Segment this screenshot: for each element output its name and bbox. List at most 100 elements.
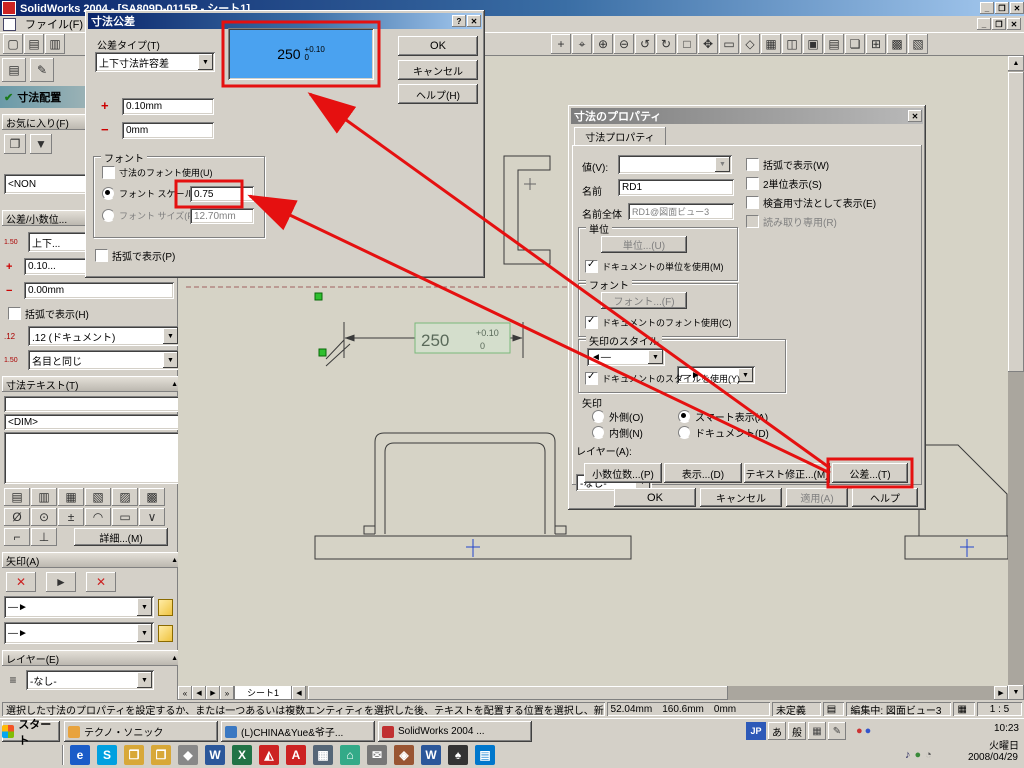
vscroll-thumb[interactable] (1008, 72, 1024, 372)
arrow-inside-radio[interactable] (592, 426, 605, 439)
show-parentheses-checkbox[interactable] (8, 307, 21, 320)
symbol-button[interactable]: ⌐ (4, 528, 30, 546)
maximize-button[interactable]: ❐ (995, 2, 1009, 14)
dimension-text-field-2[interactable]: <DIM> (4, 414, 180, 430)
plus-tolerance-field[interactable]: 0.10mm (122, 98, 214, 115)
ime-conversion-button[interactable]: 般 (788, 722, 806, 740)
toolbar-icon[interactable]: ◇ (740, 34, 760, 54)
toolbar-icon[interactable]: ↺ (635, 34, 655, 54)
toolbar-icon[interactable]: ▢ (3, 34, 23, 54)
arrow-outside-radio[interactable] (592, 410, 605, 423)
quick-launch-icon[interactable]: ✉ (367, 745, 387, 765)
text-align-button[interactable]: ▩ (139, 488, 165, 506)
toolbar-icon[interactable]: ⊕ (593, 34, 613, 54)
symbol-button[interactable]: ∨ (139, 508, 165, 526)
toolbar-icon[interactable]: ❏ (845, 34, 865, 54)
inspection-dimension-checkbox[interactable] (746, 196, 759, 209)
tolerance-precision-combo[interactable]: 名目と同じ ▼ (28, 350, 180, 370)
help-icon[interactable]: ? (452, 15, 466, 27)
minimize-button[interactable]: _ (980, 2, 994, 14)
dimension-text-field-1[interactable] (4, 396, 180, 412)
ok-button[interactable]: OK (398, 36, 478, 56)
text-align-button[interactable]: ▦ (58, 488, 84, 506)
tolerance-type-combo[interactable]: 上下寸法許容差 ▼ (95, 52, 215, 72)
symbol-button[interactable]: ± (58, 508, 84, 526)
name-field[interactable]: RD1 (618, 179, 734, 196)
props-dialog-titlebar[interactable]: 寸法のプロパティ ✕ (571, 108, 923, 124)
tolerance-button[interactable]: 公差...(T) (832, 463, 908, 483)
arrow-style-combo-1[interactable]: —► ▼ (4, 596, 154, 618)
tray-icon[interactable]: ♪ (905, 749, 911, 761)
toolbar-icon[interactable]: ▣ (803, 34, 823, 54)
modify-text-button[interactable]: テキスト修正...(M) (744, 463, 830, 483)
last-sheet-button[interactable]: » (220, 686, 234, 700)
chevron-down-icon[interactable]: ▼ (137, 672, 152, 688)
toolbar-icon[interactable]: ▩ (887, 34, 907, 54)
tolerance-dialog-titlebar[interactable]: 寸法公差 ? ✕ (88, 13, 482, 29)
toolbar-icon[interactable]: ▤ (824, 34, 844, 54)
tab-dimension-properties[interactable]: 寸法プロパティ (574, 127, 666, 145)
text-align-button[interactable]: ▥ (31, 488, 57, 506)
font-size-radio[interactable] (102, 209, 115, 222)
dimension-text-group-header[interactable]: 寸法テキスト(T) ▲ (2, 376, 182, 392)
toolbar-icon[interactable]: ⌖ (572, 34, 592, 54)
quick-launch-icon[interactable]: X (232, 745, 252, 765)
symbol-button[interactable]: Ø (4, 508, 30, 526)
close-icon[interactable]: ✕ (908, 110, 922, 122)
attachment-icon[interactable] (158, 598, 173, 616)
precision-combo[interactable]: .12 (ドキュメント) ▼ (28, 326, 180, 346)
layer-combo[interactable]: -なし-▼ (26, 670, 154, 690)
quick-launch-icon[interactable]: ❒ (151, 745, 171, 765)
cancel-button[interactable]: キャンセル (700, 488, 782, 507)
toolbar-icon[interactable]: ▦ (761, 34, 781, 54)
display-button[interactable]: 表示...(D) (664, 463, 742, 483)
ok-check-icon[interactable]: ✔ (4, 91, 13, 104)
start-button[interactable]: スタート (2, 719, 60, 747)
cancel-button[interactable]: キャンセル (398, 60, 478, 80)
toolbar-icon[interactable]: ⊖ (614, 34, 634, 54)
toolbar-icon[interactable]: ◫ (782, 34, 802, 54)
text-align-button[interactable]: ▧ (85, 488, 111, 506)
chevron-down-icon[interactable]: ▼ (137, 624, 152, 642)
language-bar-icon[interactable]: ✎ (828, 722, 846, 740)
ok-button[interactable]: OK (614, 488, 696, 507)
arrow-position-toggle[interactable]: ✕ (86, 572, 116, 592)
help-button[interactable]: ヘルプ(H) (398, 84, 478, 104)
taskbar-task-button[interactable]: SolidWorks 2004 ... (378, 721, 532, 742)
quick-launch-icon[interactable]: ❒ (124, 745, 144, 765)
help-button[interactable]: ヘルプ (852, 488, 918, 507)
arrow-smart-radio[interactable] (678, 410, 691, 423)
vscroll-up-arrow[interactable]: ▲ (1008, 56, 1024, 71)
first-sheet-button[interactable]: « (178, 686, 192, 700)
tray-icon[interactable]: ◔ (925, 749, 932, 761)
tray-icon[interactable]: ● (856, 725, 863, 737)
font-scale-radio[interactable] (102, 187, 115, 200)
taskbar-task-button[interactable]: テクノ・ソニック (64, 721, 218, 742)
symbol-button[interactable]: ⊥ (31, 528, 57, 546)
precision-button[interactable]: 小数位数...(P) (584, 463, 662, 483)
ime-mode-button[interactable]: あ (768, 722, 786, 740)
quick-launch-icon[interactable]: W (205, 745, 225, 765)
language-bar-icon[interactable]: ▦ (808, 722, 826, 740)
dimension-text-area[interactable] (4, 432, 180, 484)
quick-launch-divider[interactable] (62, 745, 64, 765)
chevron-down-icon[interactable]: ▼ (198, 54, 213, 70)
chevron-down-icon[interactable]: ▼ (738, 368, 753, 382)
arrow-document-radio[interactable] (678, 426, 691, 439)
favorite-icon-button[interactable]: ❐ (4, 134, 26, 154)
value-combo[interactable]: ▼ (618, 155, 732, 174)
arrow-position-toggle[interactable]: ► (46, 572, 76, 592)
quick-launch-icon[interactable]: ▤ (475, 745, 495, 765)
toolbar-icon[interactable]: ▥ (45, 34, 65, 54)
quick-launch-icon[interactable]: ◆ (178, 745, 198, 765)
arrow-position-toggle[interactable]: ✕ (6, 572, 36, 592)
quick-launch-icon[interactable]: ♠ (448, 745, 468, 765)
minus-tolerance-field[interactable]: 0.00mm (24, 282, 174, 299)
chevron-down-icon[interactable]: ▼ (137, 598, 152, 616)
layer-group-header[interactable]: レイヤー(E) ▲ (2, 650, 182, 666)
quick-launch-icon[interactable]: ▦ (313, 745, 333, 765)
dual-dimension-checkbox[interactable] (746, 177, 759, 190)
use-dimension-font-checkbox[interactable] (102, 166, 115, 179)
use-document-font-checkbox[interactable] (585, 315, 598, 329)
toolbar-icon[interactable]: ✥ (698, 34, 718, 54)
